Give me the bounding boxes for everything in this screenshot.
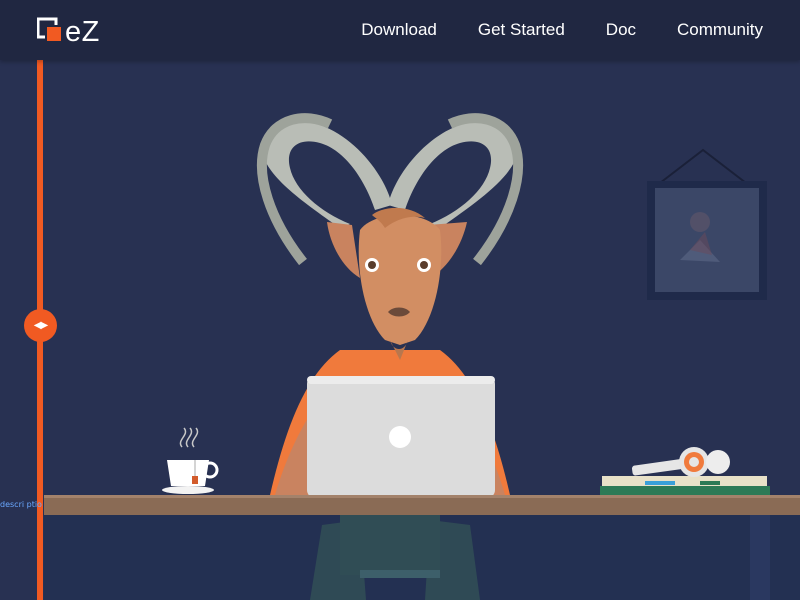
nav-item-doc: Doc: [565, 19, 636, 41]
slider-arrows-icon: ◀▶: [33, 320, 48, 331]
apple-logo-icon: [389, 426, 411, 448]
desk: [44, 495, 800, 515]
nav-link-community[interactable]: Community: [677, 19, 763, 41]
description-label: descri ptio: [0, 500, 42, 509]
hero-illustration: [44, 113, 800, 600]
logo-text: eZ: [65, 16, 100, 48]
wall-picture-frame: [647, 148, 767, 300]
main-nav: Download Get Started Doc Community: [320, 19, 763, 41]
books-headphones: [600, 447, 770, 495]
nav-item-download: Download: [320, 19, 437, 41]
comparison-slider-handle[interactable]: ◀▶: [24, 309, 57, 342]
top-navbar: eZ Download Get Started Doc Community: [0, 0, 800, 60]
nav-item-community: Community: [636, 19, 763, 41]
nav-link-download[interactable]: Download: [361, 19, 437, 41]
nav-link-get-started[interactable]: Get Started: [478, 19, 565, 41]
desk-underside: [44, 515, 800, 600]
nav-link-doc[interactable]: Doc: [606, 19, 636, 41]
goat-head: [327, 207, 467, 360]
logo-icon: [37, 17, 63, 43]
teacup: [162, 427, 219, 494]
ez-logo[interactable]: eZ: [37, 16, 109, 48]
laptop: [307, 376, 495, 498]
nav-item-get-started: Get Started: [437, 19, 565, 41]
